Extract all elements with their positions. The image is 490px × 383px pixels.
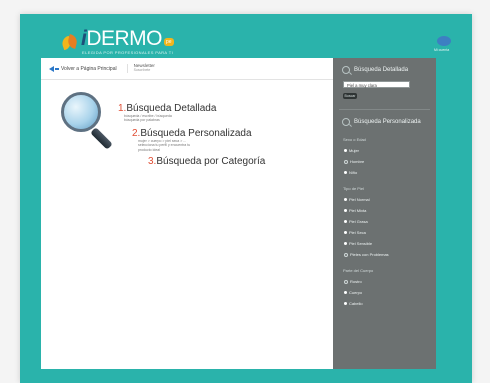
- filter-option[interactable]: Cuerpo: [344, 290, 436, 295]
- filter-option-label: Piel Normal: [349, 197, 370, 202]
- option-title: Búsqueda por Categoría: [156, 156, 266, 167]
- search-icon: [342, 66, 350, 74]
- filter-option-label: Piel Sensible: [349, 241, 373, 246]
- filter-option-label: Piel Seca: [349, 230, 366, 235]
- filter-option-label: Niño: [349, 170, 358, 175]
- filter-option[interactable]: Piel Sensible: [344, 241, 436, 246]
- radio-dot-icon: [344, 291, 347, 294]
- newsletter-sublabel: Suscríbete: [133, 68, 151, 73]
- radio-dot-icon: [344, 171, 347, 174]
- filter-option[interactable]: Hombre: [344, 159, 436, 164]
- newsletter-link[interactable]: Newsletter Suscríbete: [126, 63, 155, 73]
- search-sidebar: Búsqueda Detallada Piel a muy clara Busc…: [333, 58, 436, 369]
- radio-dot-icon: [344, 220, 347, 223]
- option-busqueda-categoria[interactable]: 3.Búsqueda por Categoría: [148, 156, 265, 167]
- option-busqueda-personalizada[interactable]: 2.Búsqueda Personalizada mujer > cuerpo …: [132, 128, 252, 152]
- back-arrow-icon: [49, 65, 54, 72]
- logo-text: iDERMO: [81, 27, 163, 50]
- logo-badge: pe: [164, 38, 174, 46]
- filter-option[interactable]: Piel Seca: [344, 230, 436, 235]
- option-description: mujer > cuerpo > piel seca > ... selecci…: [138, 139, 252, 152]
- filter-option-label: Pieles con Problemas: [350, 252, 389, 257]
- filter-option[interactable]: Mujer: [344, 148, 436, 153]
- filter-section-title: Sexo o Edad: [343, 137, 366, 142]
- leaf-logo-icon: [60, 33, 79, 51]
- filter-option[interactable]: Niño: [344, 170, 436, 175]
- filter-option-label: Mujer: [349, 148, 360, 153]
- radio-dot-icon: [344, 198, 347, 201]
- search-icon: [342, 118, 350, 126]
- logo-tagline: ELEGIDA POR PROFESIONALES PARA TI: [82, 50, 174, 55]
- site-logo[interactable]: iDERMO pe ELEGIDA POR PROFESIONALES PARA…: [60, 27, 174, 55]
- filter-option-label: Rostro: [350, 279, 362, 284]
- filter-option[interactable]: Piel Normal: [344, 197, 436, 202]
- radio-dot-icon: [344, 302, 347, 305]
- filter-option[interactable]: Pieles con Problemas: [344, 252, 436, 257]
- account-label: Mi cuenta: [434, 48, 450, 52]
- radio-dot-icon: [344, 252, 348, 257]
- search-input[interactable]: Piel a muy clara: [343, 81, 410, 88]
- option-title: Búsqueda Detallada: [126, 103, 217, 114]
- radio-dot-icon: [344, 209, 347, 212]
- filter-option-label: Hombre: [350, 159, 365, 164]
- option-busqueda-detallada[interactable]: 1.Búsqueda Detallada búsqueda / escribe …: [118, 103, 216, 123]
- magnifying-glass-icon: [53, 84, 123, 164]
- back-link-label: Volver a Página Principal: [61, 65, 117, 72]
- option-description: búsqueda / escribe / búsqueda búsqueda p…: [124, 114, 216, 123]
- user-icon: [437, 36, 451, 46]
- filter-section-title: Tipo de Piel: [343, 186, 364, 191]
- search-button[interactable]: Buscar: [343, 93, 357, 99]
- option-title: Búsqueda Personalizada: [140, 128, 252, 139]
- filter-option-label: Piel Grasa: [349, 219, 368, 224]
- option-desc-line: búsqueda por palabras: [124, 118, 160, 123]
- detailed-search-heading: Búsqueda Detallada: [333, 58, 436, 74]
- filter-option[interactable]: Cabello: [344, 301, 436, 306]
- radio-dot-icon: [344, 279, 348, 284]
- filter-option[interactable]: Piel Grasa: [344, 219, 436, 224]
- account-link[interactable]: Mi cuenta: [434, 36, 454, 56]
- top-nav-bar: Volver a Página Principal Newsletter Sus…: [41, 58, 333, 80]
- back-arrow-tail: [55, 67, 59, 70]
- filter-section-title: Parte del Cuerpo: [343, 268, 374, 273]
- logo-main: DERMO: [86, 27, 163, 50]
- detailed-search-title: Búsqueda Detallada: [354, 67, 409, 73]
- filter-sections: Sexo o Edad Mujer Hombre Niño Tipo de Piel Pi…: [333, 137, 436, 306]
- filter-option-label: Cabello: [349, 301, 363, 306]
- radio-dot-icon: [344, 159, 348, 164]
- filter-option[interactable]: Rostro: [344, 279, 436, 284]
- radio-dot-icon: [344, 242, 347, 245]
- main-content: Volver a Página Principal Newsletter Sus…: [41, 58, 333, 369]
- option-desc-line: producto ideal: [138, 147, 160, 152]
- personal-search-heading: Búsqueda Personalizada: [333, 110, 436, 126]
- filter-option[interactable]: Piel Mixta: [344, 208, 436, 213]
- radio-dot-icon: [344, 149, 347, 152]
- filter-option-label: Piel Mixta: [349, 208, 367, 213]
- radio-dot-icon: [344, 231, 347, 234]
- filter-option-label: Cuerpo: [349, 290, 363, 295]
- back-to-home-link[interactable]: Volver a Página Principal: [49, 65, 117, 72]
- personal-search-title: Búsqueda Personalizada: [354, 119, 421, 125]
